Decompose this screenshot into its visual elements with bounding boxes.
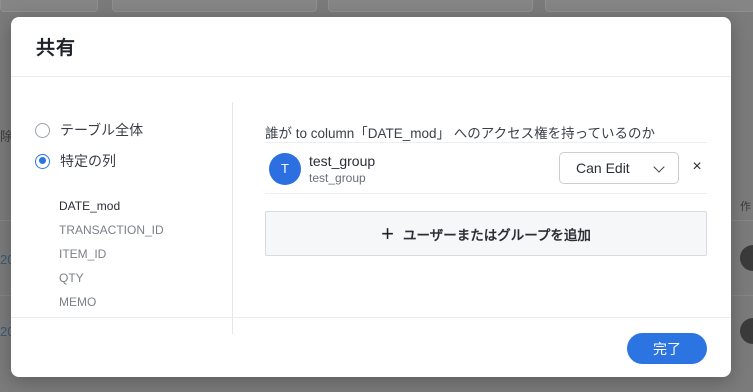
access-heading: 誰が to column「DATE_mod」 へのアクセス権を持っているのか bbox=[265, 126, 655, 141]
permission-select[interactable]: Can Edit bbox=[559, 152, 679, 184]
background-avatar bbox=[740, 318, 753, 344]
scope-option-whole-table[interactable]: テーブル全体 bbox=[35, 120, 143, 140]
dialog-title: 共有 bbox=[36, 38, 77, 59]
column-item[interactable]: MEMO bbox=[59, 290, 164, 314]
add-user-or-group-button[interactable]: + ユーザーまたはグループを追加 bbox=[265, 211, 707, 256]
scope-option-label: テーブル全体 bbox=[60, 122, 144, 138]
background-card bbox=[0, 0, 98, 12]
share-dialog: 共有 テーブル全体 特定の列 DATE_mod TRANSACTION_ID I… bbox=[11, 17, 731, 377]
radio-unchecked-icon[interactable] bbox=[35, 122, 50, 138]
column-item[interactable]: ITEM_ID bbox=[59, 242, 164, 266]
dialog-header: 共有 bbox=[11, 17, 731, 77]
member-name: test_group bbox=[309, 153, 376, 169]
column-list: DATE_mod TRANSACTION_ID ITEM_ID QTY MEMO bbox=[59, 194, 164, 314]
remove-member-button[interactable]: × bbox=[689, 157, 705, 177]
column-item[interactable]: QTY bbox=[59, 266, 164, 290]
member-subtitle: test_group bbox=[309, 171, 366, 185]
permission-value: Can Edit bbox=[576, 160, 630, 176]
scope-option-label: 特定の列 bbox=[60, 153, 116, 169]
background-card bbox=[112, 0, 317, 12]
plus-icon: + bbox=[381, 220, 394, 246]
done-button[interactable]: 完了 bbox=[627, 333, 707, 364]
background-card bbox=[328, 0, 533, 12]
avatar: T bbox=[269, 153, 301, 185]
background-avatar bbox=[740, 245, 753, 271]
background-text: 作 bbox=[740, 201, 751, 213]
dialog-footer: 完了 bbox=[11, 317, 731, 377]
scope-panel: テーブル全体 特定の列 DATE_mod TRANSACTION_ID ITEM… bbox=[11, 102, 233, 334]
radio-checked-icon[interactable] bbox=[35, 153, 50, 169]
column-item[interactable]: TRANSACTION_ID bbox=[59, 218, 164, 242]
scope-option-specific-columns[interactable]: 特定の列 bbox=[35, 151, 116, 171]
column-item[interactable]: DATE_mod bbox=[59, 194, 164, 218]
member-row: T test_group test_group Can Edit × bbox=[265, 142, 707, 194]
dialog-body: テーブル全体 特定の列 DATE_mod TRANSACTION_ID ITEM… bbox=[11, 77, 731, 334]
chevron-down-icon bbox=[653, 161, 665, 173]
background-card bbox=[545, 0, 753, 12]
add-button-label: ユーザーまたはグループを追加 bbox=[402, 227, 591, 243]
